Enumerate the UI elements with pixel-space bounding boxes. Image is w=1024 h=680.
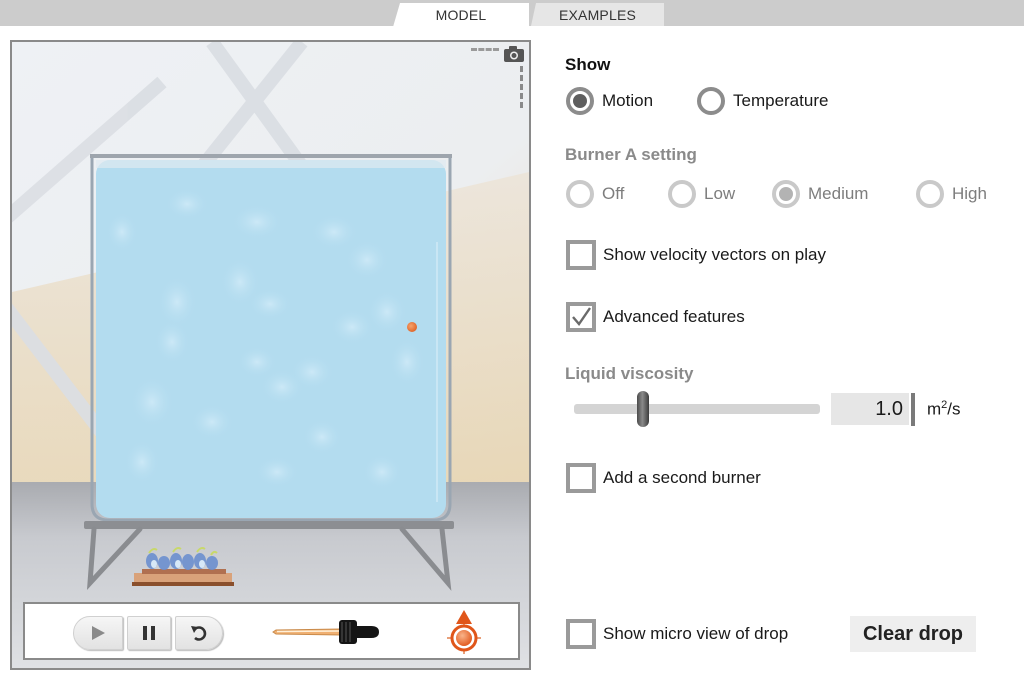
micro-view-label: Show micro view of drop xyxy=(603,624,789,643)
viscosity-slider[interactable] xyxy=(574,391,820,427)
camera-icon[interactable] xyxy=(503,45,525,63)
drop-target-icon xyxy=(447,610,481,654)
viscosity-input-cursor xyxy=(911,393,915,426)
velocity-vectors-label: Show velocity vectors on play xyxy=(603,245,826,264)
play-icon xyxy=(92,626,105,640)
radio-motion[interactable]: Motion xyxy=(566,87,653,115)
tab-model[interactable]: MODEL xyxy=(393,3,529,27)
radio-off-label: Off xyxy=(602,184,625,203)
advanced-features-label: Advanced features xyxy=(603,307,745,326)
radio-motion-label: Motion xyxy=(602,91,654,110)
viscosity-slider-thumb[interactable] xyxy=(636,391,649,427)
viscosity-unit: m2/s xyxy=(927,399,961,419)
beaker-scene xyxy=(12,42,529,668)
play-button[interactable] xyxy=(73,616,123,650)
reset-icon xyxy=(191,626,207,641)
radio-temperature-label: Temperature xyxy=(733,91,829,110)
burner-heading: Burner A setting xyxy=(565,145,697,164)
drop-target[interactable] xyxy=(443,608,485,656)
snapshot-guide-vertical xyxy=(520,66,523,108)
second-burner-label: Add a second burner xyxy=(603,468,761,487)
clear-drop-button[interactable]: Clear drop xyxy=(850,616,976,652)
radio-medium-label: Medium xyxy=(808,184,869,203)
pause-icon xyxy=(143,626,155,640)
radio-low-label: Low xyxy=(704,184,736,203)
show-heading: Show xyxy=(565,55,611,74)
radio-selected-dot xyxy=(779,187,793,201)
advanced-features-checkbox[interactable]: Advanced features xyxy=(566,302,745,332)
radio-burner-medium[interactable]: Medium xyxy=(772,180,868,208)
second-burner-checkbox[interactable]: Add a second burner xyxy=(566,463,761,493)
radio-selected-dot xyxy=(573,94,587,108)
dropper-icon xyxy=(272,620,379,644)
checkmark-icon xyxy=(572,307,591,326)
pause-button[interactable] xyxy=(127,616,171,650)
velocity-vectors-checkbox[interactable]: Show velocity vectors on play xyxy=(566,240,826,270)
viscosity-heading: Liquid viscosity xyxy=(565,364,694,383)
settings-panel: Show Motion Temperature Burner A setting… xyxy=(565,0,1015,680)
simulation-canvas[interactable] xyxy=(10,40,531,670)
dropper-tool[interactable] xyxy=(271,616,383,648)
viscosity-input[interactable]: 1.0 xyxy=(831,393,909,425)
radio-burner-high[interactable]: High xyxy=(916,180,987,208)
show-radio-group: Motion Temperature xyxy=(566,87,966,117)
micro-view-checkbox[interactable]: Show micro view of drop xyxy=(566,619,788,649)
dye-drop xyxy=(407,322,417,332)
radio-temperature[interactable]: Temperature xyxy=(697,87,828,115)
reset-button[interactable] xyxy=(175,616,223,650)
radio-burner-off[interactable]: Off xyxy=(566,180,624,208)
radio-burner-low[interactable]: Low xyxy=(668,180,735,208)
radio-high-label: High xyxy=(952,184,987,203)
playback-controls xyxy=(23,602,520,660)
snapshot-guide xyxy=(471,48,499,51)
burner-radio-group: Off Low Medium High xyxy=(566,180,1006,210)
